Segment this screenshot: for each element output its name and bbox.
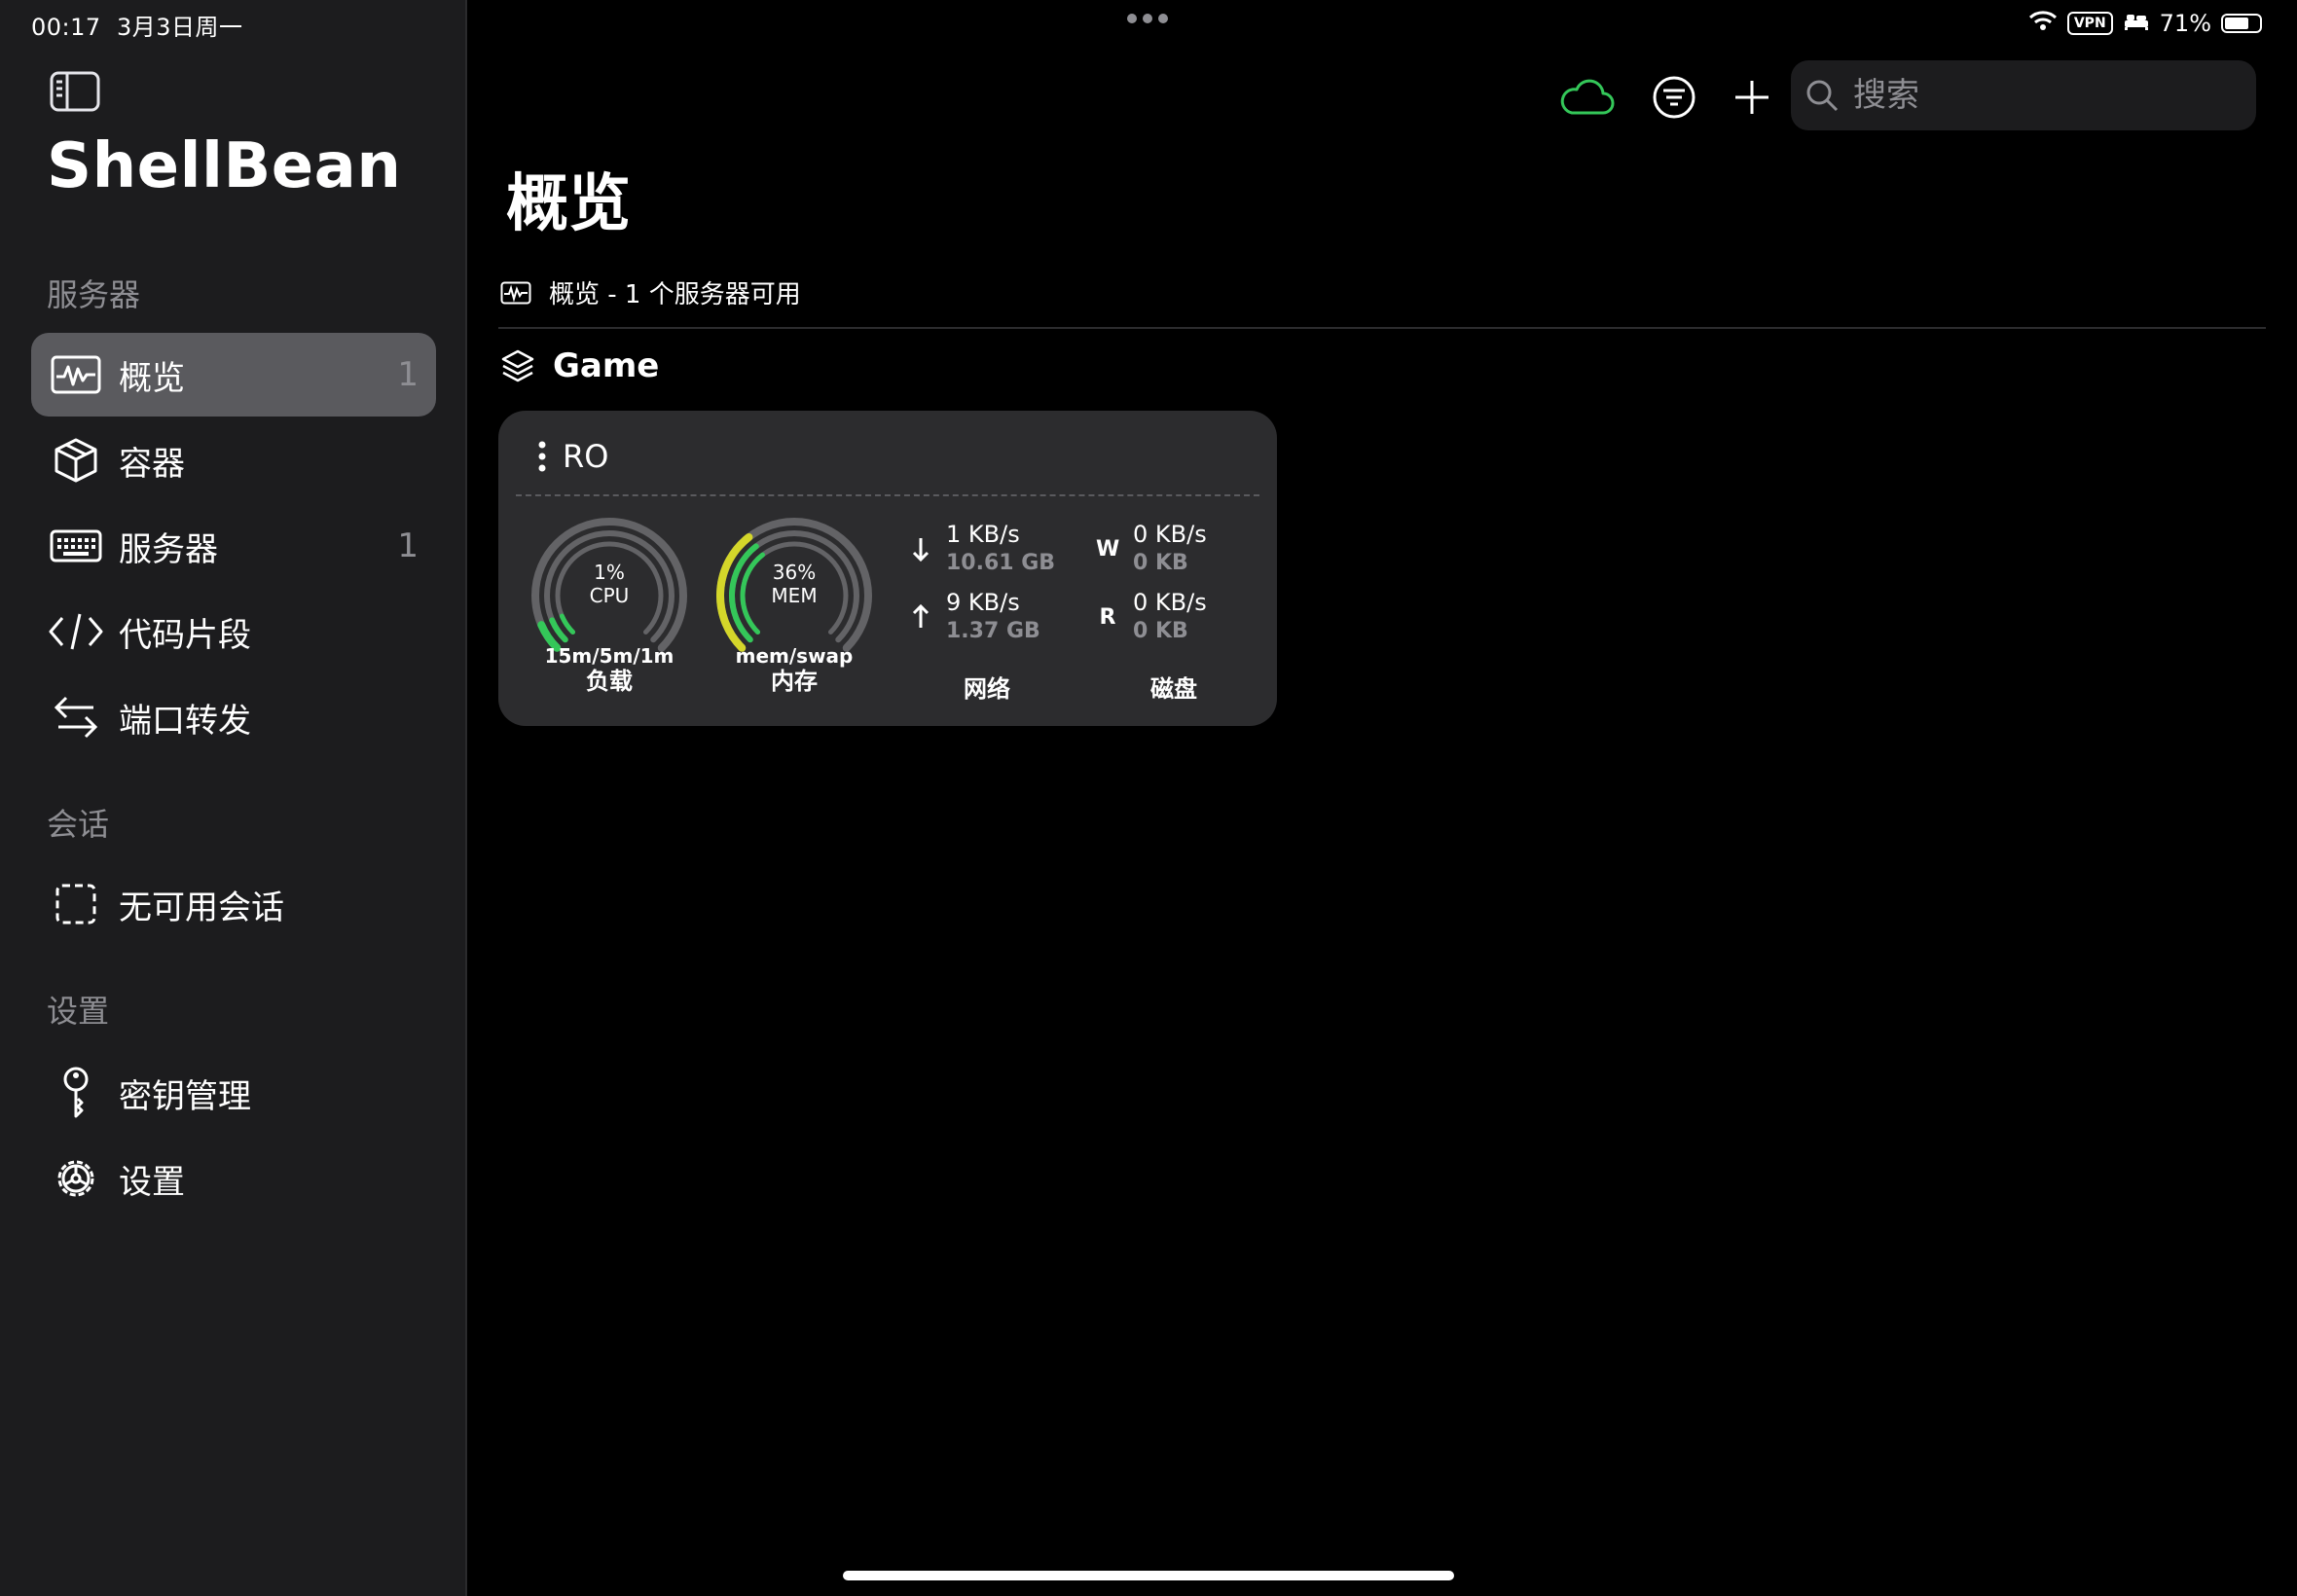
filter-icon: [1653, 76, 1695, 119]
network-up-total: 1.37 GB: [946, 619, 1040, 643]
mem-sublabel: mem/swap: [735, 644, 854, 668]
arrow-up-icon: [912, 603, 930, 628]
section-header-servers: 服务器: [47, 276, 141, 313]
section-header-settings: 设置: [47, 993, 110, 1030]
cube-icon: [49, 433, 103, 488]
page-title: 概览: [506, 168, 631, 240]
cpu-metric: 1% CPU 15m/5m/1m 负载: [531, 516, 687, 720]
mem-metric: 36% MEM mem/swap 内存: [716, 516, 872, 720]
cpu-percent: 1%: [594, 561, 625, 584]
sidebar-toggle-button[interactable]: [49, 70, 101, 113]
network-metric: 1 KB/s 10.61 GB 9 KB/s 1.37 GB 网络: [909, 520, 1065, 703]
plus-icon: [1735, 81, 1768, 114]
cloud-sync-button[interactable]: [1557, 68, 1616, 127]
battery-icon: [2221, 14, 2262, 33]
disk-write-tag: W: [1096, 536, 1120, 562]
waveform-icon: [49, 347, 103, 402]
multitasking-dots[interactable]: [1127, 14, 1168, 23]
sidebar-item-port-forwarding[interactable]: 端口转发: [31, 675, 436, 759]
divider: [498, 327, 2266, 329]
sidebar-item-key-management[interactable]: 密钥管理: [31, 1051, 436, 1135]
disk-read-total: 0 KB: [1133, 619, 1188, 643]
home-indicator[interactable]: [843, 1571, 1454, 1580]
sidebar-item-snippets[interactable]: 代码片段: [31, 590, 436, 673]
disk-read-row: R 0 KB/s 0 KB: [1096, 588, 1252, 646]
cpu-name: CPU: [589, 584, 630, 607]
disk-write-row: W 0 KB/s 0 KB: [1096, 520, 1252, 578]
add-button[interactable]: [1723, 68, 1781, 127]
waveform-icon: [500, 281, 531, 304]
mem-name: MEM: [771, 584, 818, 607]
sidebar-item-servers[interactable]: 服务器 1: [31, 504, 436, 588]
search-icon: [1806, 80, 1839, 112]
sidebar-item-containers[interactable]: 容器: [31, 418, 436, 502]
vpn-badge: VPN: [2066, 12, 2113, 35]
search-input[interactable]: [1851, 75, 2225, 116]
search-field[interactable]: [1791, 60, 2256, 130]
disk-label: 磁盘: [1150, 675, 1197, 703]
sleep-icon: [2123, 10, 2150, 37]
card-divider: [516, 494, 1259, 496]
filter-button[interactable]: [1645, 68, 1703, 127]
sidebar-item-settings[interactable]: 设置: [31, 1137, 436, 1220]
keyboard-icon: [49, 519, 103, 573]
network-up-row: 9 KB/s 1.37 GB: [909, 588, 1065, 646]
status-bar-time: 00:17 3月3日周一: [31, 14, 243, 41]
overview-subtitle: 概览 - 1 个服务器可用: [500, 274, 801, 310]
disk-write-total: 0 KB: [1133, 551, 1188, 575]
server-card-header: RO: [537, 438, 608, 475]
disk-read-tag: R: [1099, 604, 1116, 630]
gauge-fill: [559, 613, 576, 635]
arrows-icon: [49, 690, 103, 744]
status-bar-indicators: VPN 71%: [2028, 10, 2262, 37]
sidebar-item-no-sessions[interactable]: 无可用会话: [31, 862, 436, 946]
app-title: ShellBean: [47, 130, 402, 202]
stack-icon: [501, 349, 534, 382]
sidebar-item-overview[interactable]: 概览 1: [31, 333, 436, 417]
disk-write-rate: 0 KB/s: [1133, 521, 1207, 548]
network-down-row: 1 KB/s 10.61 GB: [909, 520, 1065, 578]
mem-label: 内存: [771, 668, 818, 695]
network-label: 网络: [964, 675, 1010, 703]
mem-percent: 36%: [772, 561, 817, 584]
disk-metric: W 0 KB/s 0 KB R 0 KB/s 0 KB 磁盘: [1096, 520, 1252, 703]
dashed-square-icon: [49, 877, 103, 931]
cpu-sublabel: 15m/5m/1m: [544, 644, 675, 668]
gear-icon: [49, 1151, 103, 1206]
arrow-down-icon: [912, 538, 930, 562]
sidebar-toggle-icon: [50, 71, 100, 112]
wifi-icon: [2028, 10, 2058, 37]
sidebar: 00:17 3月3日周一 ShellBean 服务器 概览 1 容器 服务器 1: [0, 0, 467, 1596]
battery-percent: 71%: [2159, 10, 2211, 37]
server-card[interactable]: RO 1% CPU 15m/5m/1m 负载 36% MEM mem/swap …: [498, 411, 1277, 726]
cloud-icon: [1560, 79, 1615, 115]
disk-read-rate: 0 KB/s: [1133, 589, 1207, 616]
server-name: RO: [563, 438, 609, 475]
code-icon: [49, 604, 103, 659]
key-icon: [49, 1066, 103, 1120]
more-vertical-icon[interactable]: [537, 440, 547, 473]
network-up-rate: 9 KB/s: [946, 589, 1020, 616]
network-down-rate: 1 KB/s: [946, 521, 1020, 548]
group-header: Game: [500, 346, 659, 385]
section-header-sessions: 会话: [47, 806, 110, 843]
network-down-total: 10.61 GB: [946, 551, 1056, 575]
cpu-label: 负载: [586, 668, 633, 695]
